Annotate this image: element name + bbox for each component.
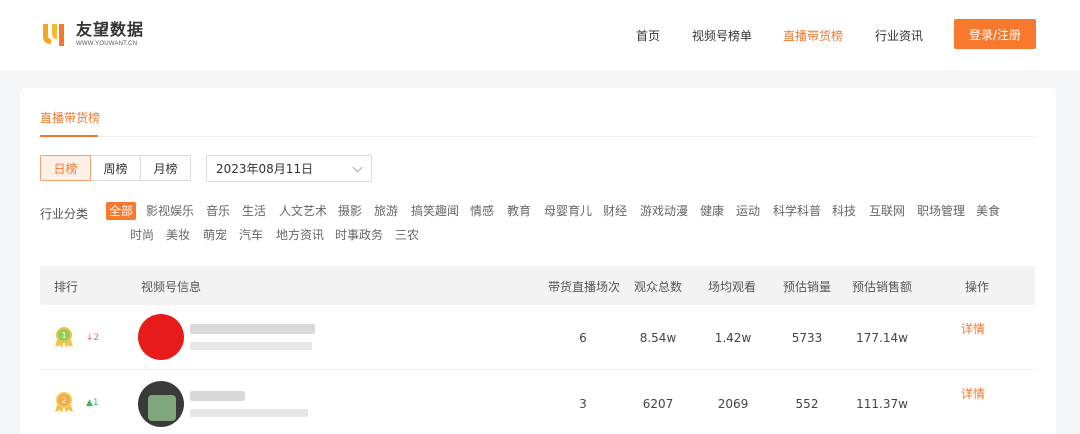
account-meta-redacted (190, 342, 312, 350)
category-item[interactable]: 人文艺术 (279, 202, 327, 220)
nav-home[interactable]: 首页 (636, 27, 660, 44)
rank-trend: ↓2 (86, 333, 100, 343)
category-item[interactable]: 萌宠 (203, 226, 227, 244)
category-item[interactable]: 美食 (976, 202, 1000, 220)
category-item[interactable]: 教育 (507, 202, 531, 220)
category-item[interactable]: 科技 (832, 202, 856, 220)
header-sales-volume: 预估销量 (783, 280, 832, 294)
cell-sessions: 6 (579, 331, 587, 345)
account-name-redacted[interactable] (190, 324, 315, 334)
category-item[interactable]: 时事政务 (335, 226, 383, 244)
rank-badge-icon: 2 (53, 391, 75, 413)
tab-live-sales-rankings[interactable]: 直播带货榜 (40, 109, 100, 126)
brand-url: WWW.YOUWANT.CN (76, 41, 138, 47)
period-weekly-button[interactable]: 周榜 (90, 155, 141, 181)
logo-mark-icon (40, 20, 68, 48)
header-audience: 观众总数 (634, 280, 683, 294)
header-sales-amount: 预估销售额 (852, 280, 913, 294)
header-action: 操作 (965, 280, 990, 294)
category-item[interactable]: 情感 (470, 202, 494, 220)
rank-badge-icon: 1 (53, 326, 75, 348)
account-meta-redacted (190, 409, 308, 417)
header-account-info: 视频号信息 (141, 280, 202, 294)
login-register-button[interactable]: 登录/注册 (954, 19, 1036, 49)
period-daily-button[interactable]: 日榜 (40, 155, 91, 181)
avatar[interactable] (138, 381, 184, 427)
category-item[interactable]: 互联网 (869, 202, 905, 220)
category-item[interactable]: 汽车 (239, 226, 263, 244)
detail-link[interactable]: 详情 (961, 385, 985, 402)
avatar[interactable] (138, 314, 184, 360)
period-toggle: 日榜 周榜 月榜 (40, 155, 191, 181)
detail-link[interactable]: 详情 (961, 320, 985, 337)
table-row: 1 ↓2 6 8.54w 1.42w 5733 177.14w 详情 (40, 306, 1035, 370)
category-item[interactable]: 科学科普 (773, 202, 821, 220)
category-item[interactable]: 生活 (242, 202, 266, 220)
cell-sales-amount: 111.37w (856, 397, 908, 411)
category-item[interactable]: 游戏动漫 (640, 202, 688, 220)
nav-industry-news[interactable]: 行业资讯 (875, 27, 923, 44)
header-avg-views: 场均观看 (708, 280, 757, 294)
category-item[interactable]: 地方资讯 (276, 226, 324, 244)
table-row: 2 ▲1 3 6207 2069 552 111.37w 详情 (40, 371, 1035, 434)
header-rank: 排行 (54, 280, 79, 294)
category-item[interactable]: 美妆 (166, 226, 190, 244)
cell-sales-volume: 5733 (791, 331, 823, 345)
category-item[interactable]: 音乐 (206, 202, 230, 220)
brand-name: 友望数据 (76, 20, 145, 39)
category-label: 行业分类 (40, 207, 89, 221)
rankings-card: 直播带货榜 日榜 周榜 月榜 2023年08月11日 行业分类 全部 影视娱乐 … (20, 88, 1056, 434)
cell-sessions: 3 (579, 397, 587, 411)
category-item[interactable]: 搞笑趣闻 (411, 202, 459, 220)
category-item[interactable]: 旅游 (374, 202, 398, 220)
nav-video-rankings[interactable]: 视频号榜单 (692, 27, 752, 44)
cell-sales-volume: 552 (795, 397, 819, 411)
nav-live-sales-rankings[interactable]: 直播带货榜 (783, 27, 843, 44)
chevron-down-icon (352, 162, 363, 173)
period-monthly-button[interactable]: 月榜 (140, 155, 191, 181)
rank-number: 1 (61, 331, 66, 340)
category-item[interactable]: 职场管理 (917, 202, 965, 220)
category-item[interactable]: 时尚 (130, 226, 154, 244)
cell-sales-amount: 177.14w (856, 331, 908, 345)
top-navigation-bar: 友望数据 WWW.YOUWANT.CN 首页 视频号榜单 直播带货榜 行业资讯 … (0, 0, 1080, 70)
category-item[interactable]: 母婴育儿 (544, 202, 592, 220)
category-item[interactable]: 健康 (700, 202, 724, 220)
header-sessions: 带货直播场次 (548, 280, 621, 294)
category-item[interactable]: 财经 (603, 202, 627, 220)
cell-audience: 6207 (642, 397, 674, 411)
category-item[interactable]: 摄影 (338, 202, 362, 220)
table-header: 排行 视频号信息 带货直播场次 观众总数 场均观看 预估销量 预估销售额 操作 (40, 266, 1035, 305)
cell-avg-views: 2069 (717, 397, 749, 411)
tab-divider (40, 136, 1035, 137)
date-picker[interactable]: 2023年08月11日 (206, 155, 372, 182)
category-item-all[interactable]: 全部 (106, 202, 137, 220)
category-item[interactable]: 影视娱乐 (146, 202, 194, 220)
brand-logo[interactable]: 友望数据 WWW.YOUWANT.CN (40, 20, 144, 48)
date-picker-value: 2023年08月11日 (216, 162, 314, 176)
category-item[interactable]: 三农 (395, 226, 419, 244)
active-tab-indicator (40, 135, 98, 137)
category-item[interactable]: 运动 (736, 202, 760, 220)
cell-avg-views: 1.42w (714, 331, 752, 345)
rank-trend: ▲1 (86, 398, 99, 408)
account-name-redacted[interactable] (190, 391, 245, 401)
rank-number: 2 (61, 396, 66, 405)
cell-audience: 8.54w (639, 331, 677, 345)
